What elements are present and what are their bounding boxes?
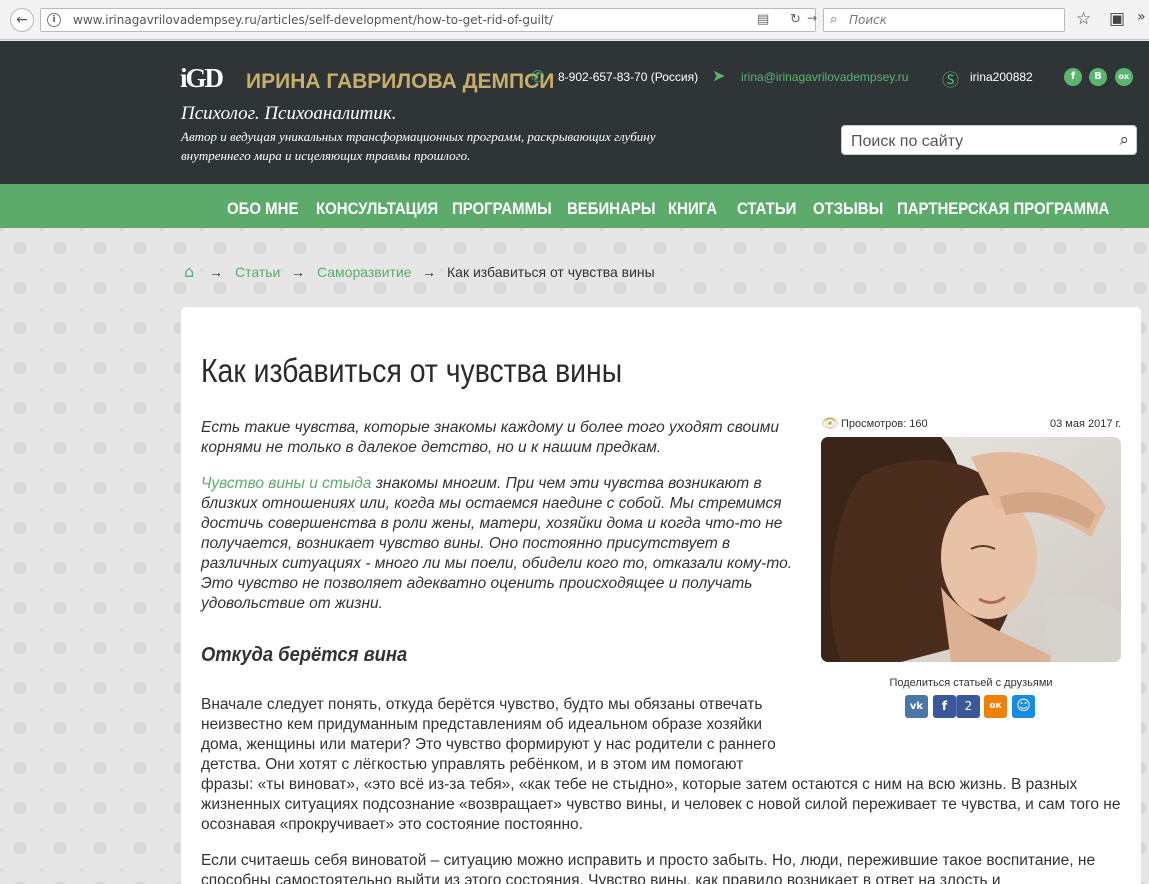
- address-bar[interactable]: i www.irinagavrilovadempsey.ru/articles/…: [40, 8, 817, 32]
- search-icon[interactable]: ⌕: [1119, 130, 1129, 150]
- article-paragraph: Вначале следует понять, откуда берётся ч…: [201, 696, 776, 773]
- article-photo-illustration: [821, 437, 1121, 662]
- site-info-icon[interactable]: i: [47, 13, 61, 27]
- breadcrumb-separator: →: [291, 264, 305, 280]
- nav-item-articles[interactable]: СТАТЬИ: [737, 199, 796, 219]
- vk-share-icon[interactable]: vk: [905, 695, 928, 718]
- browser-search-field[interactable]: ⌕ Поиск: [823, 8, 1065, 32]
- site-tagline: Психолог. Психоаналитик.: [181, 103, 397, 124]
- moimir-share-icon[interactable]: ☺: [1012, 695, 1035, 718]
- article-paragraph: Чувство вины и стыда знакомы многим. При…: [201, 474, 805, 614]
- back-arrow-icon[interactable]: ←: [10, 8, 34, 32]
- nav-item-partner[interactable]: ПАРТНЕРСКАЯ ПРОГРАММА: [897, 199, 1109, 219]
- breadcrumb-separator: →: [209, 264, 223, 280]
- phone-number: 8-902-657-83-70 (Россия): [558, 70, 699, 84]
- nav-item-book[interactable]: КНИГА: [668, 199, 717, 219]
- browser-search-placeholder: Поиск: [849, 13, 888, 27]
- breadcrumb-articles[interactable]: Статьи: [235, 264, 280, 280]
- share-label: Поделиться статьей с друзьями: [889, 677, 1053, 689]
- send-icon: ➤: [712, 66, 726, 85]
- article-photo: [821, 437, 1121, 662]
- article-paragraph: фразы: «ты виноват», «это всё из-за тебя…: [201, 776, 1121, 833]
- bookmark-star-icon[interactable]: ☆: [1076, 9, 1091, 29]
- skype-icon: Ⓢ: [942, 71, 959, 91]
- url-text: www.irinagavrilovadempsey.ru/articles/se…: [73, 13, 553, 27]
- home-icon[interactable]: ⌂: [184, 262, 194, 281]
- article-title: Как избавиться от чувства вины: [201, 352, 623, 389]
- nav-item-programs[interactable]: ПРОГРАММЫ: [452, 199, 552, 219]
- publish-date: 03 мая 2017 г.: [1050, 418, 1122, 430]
- breadcrumb-current: Как избавиться от чувства вины: [447, 264, 655, 280]
- main-nav: ОБО МНЕ КОНСУЛЬТАЦИЯ ПРОГРАММЫ ВЕБИНАРЫ …: [0, 184, 1149, 228]
- nav-item-reviews[interactable]: ОТЗЫВЫ: [813, 199, 883, 219]
- breadcrumb-self-development[interactable]: Саморазвитие: [317, 264, 412, 280]
- facebook-icon[interactable]: f: [1064, 68, 1082, 86]
- vk-icon[interactable]: В: [1089, 68, 1107, 86]
- facebook-share-count: 2: [956, 695, 980, 718]
- guilt-shame-link[interactable]: Чувство вины и стыда: [201, 475, 371, 492]
- article-paragraph-text: знакомы многим. При чем эти чувства возн…: [201, 475, 792, 612]
- search-icon: ⌕: [830, 12, 838, 27]
- browser-toolbar: ← i www.irinagavrilovadempsey.ru/article…: [0, 0, 1149, 40]
- logo-mark[interactable]: iGD: [180, 63, 224, 94]
- site-name[interactable]: ИРИНА ГАВРИЛОВА ДЕМПСИ: [246, 70, 554, 94]
- nav-item-about[interactable]: ОБО МНЕ: [227, 199, 298, 219]
- odnoklassniki-icon[interactable]: ок: [1115, 68, 1133, 86]
- breadcrumb-separator: →: [422, 264, 436, 280]
- forward-arrow-icon[interactable]: →: [807, 11, 817, 25]
- overflow-icon[interactable]: »: [1137, 9, 1146, 25]
- phone-icon: ✆: [531, 67, 545, 86]
- section-heading: Откуда берётся вина: [201, 644, 408, 666]
- reading-list-icon[interactable]: ▣: [1109, 9, 1125, 29]
- reader-view-icon[interactable]: ▤: [757, 12, 769, 27]
- nav-item-consultation[interactable]: КОНСУЛЬТАЦИЯ: [316, 199, 438, 219]
- view-count: Просмотров: 160: [841, 418, 928, 430]
- site-search-input[interactable]: Поиск по сайту ⌕: [841, 125, 1137, 155]
- article-intro: Есть такие чувства, которые знакомы кажд…: [201, 419, 779, 456]
- reload-icon[interactable]: ↻: [790, 12, 801, 27]
- nav-item-webinars[interactable]: ВЕБИНАРЫ: [567, 199, 656, 219]
- site-search-placeholder: Поиск по сайту: [851, 133, 964, 150]
- facebook-share-icon[interactable]: f: [933, 695, 956, 718]
- eye-icon: 👁: [821, 415, 839, 431]
- site-description: Автор и ведущая уникальных трансформацио…: [181, 129, 656, 163]
- odnoklassniki-share-icon[interactable]: ок: [984, 695, 1007, 718]
- email-link[interactable]: irina@irinagavrilovadempsey.ru: [741, 70, 908, 84]
- skype-id: irina200882: [970, 70, 1033, 84]
- article-paragraph: Если считаешь себя виноватой – ситуацию …: [201, 852, 1096, 884]
